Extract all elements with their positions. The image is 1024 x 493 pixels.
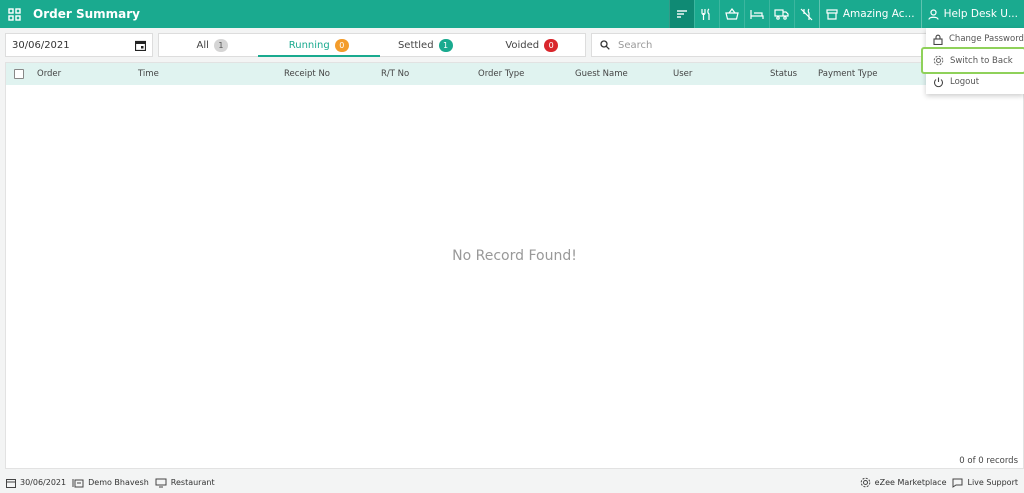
tab-settled[interactable]: Settled 1 [372, 34, 479, 56]
basket-icon[interactable] [718, 0, 744, 28]
logout-menu-item[interactable]: Logout [926, 74, 1024, 90]
tab-running[interactable]: Running 0 [257, 34, 380, 57]
apps-grid-icon[interactable] [0, 0, 28, 28]
store-icon [826, 8, 838, 20]
column-header[interactable]: Status [770, 69, 797, 79]
count-badge: 0 [334, 38, 349, 52]
user-menu-button[interactable]: Help Desk U... [920, 0, 1024, 28]
orders-table: Order Time Receipt No R/T No Order Type … [5, 62, 1024, 469]
gear-icon [933, 55, 944, 66]
search-box [591, 33, 931, 57]
count-badge: 1 [213, 38, 228, 52]
calendar-icon[interactable] [135, 40, 146, 51]
calendar-icon [6, 478, 16, 488]
top-bar: Order Summary Amazing Ac... Help Desk U.… [0, 0, 1024, 28]
user-dropdown-menu: Change Password Switch to Back Logout [921, 28, 1024, 94]
live-support-link[interactable]: Live Support [952, 478, 1018, 488]
count-badge: 1 [438, 38, 453, 52]
tab-label: Voided [505, 39, 540, 51]
restaurant-icon[interactable] [693, 0, 719, 28]
lock-icon [933, 34, 943, 45]
column-header[interactable]: Order Type [478, 69, 524, 79]
empty-message: No Record Found! [452, 248, 577, 264]
tab-label: Running [288, 39, 330, 51]
column-header[interactable]: User [673, 69, 692, 79]
date-value: 30/06/2021 [12, 39, 70, 51]
page-title: Order Summary [33, 7, 140, 21]
status-tabs: All 1 Running 0 Settled 1 Voided 0 [158, 33, 586, 57]
column-header[interactable]: Payment Type [818, 69, 877, 79]
user-list-icon [72, 478, 84, 487]
column-header[interactable]: Receipt No [284, 69, 330, 79]
column-header[interactable]: Order [37, 69, 61, 79]
table-header: Order Time Receipt No R/T No Order Type … [6, 63, 1023, 85]
no-utensils-icon[interactable] [793, 0, 819, 28]
search-input[interactable] [618, 39, 898, 51]
chat-icon [952, 478, 963, 488]
monitor-icon [155, 478, 167, 487]
column-header[interactable]: Time [138, 69, 159, 79]
column-header[interactable]: Guest Name [575, 69, 628, 79]
footer-outlet-type: Restaurant [155, 478, 215, 488]
user-label: Help Desk U... [943, 8, 1018, 20]
truck-icon[interactable] [768, 0, 794, 28]
user-icon [927, 8, 939, 20]
status-bar: 30/06/2021 Demo Bhavesh Restaurant eZee … [0, 472, 1024, 493]
record-count: 0 of 0 records [959, 456, 1018, 466]
footer-user: Demo Bhavesh [72, 478, 149, 488]
marketplace-link[interactable]: eZee Marketplace [860, 477, 946, 488]
tab-voided[interactable]: Voided 0 [479, 34, 586, 56]
tab-label: All [196, 39, 209, 51]
bed-icon[interactable] [743, 0, 769, 28]
select-all-checkbox[interactable] [14, 69, 24, 79]
change-password-menu-item[interactable]: Change Password [926, 31, 1024, 47]
date-picker[interactable]: 30/06/2021 [5, 33, 153, 57]
tab-all[interactable]: All 1 [159, 34, 266, 56]
gear-icon [860, 477, 870, 488]
footer-date: 30/06/2021 [6, 478, 66, 488]
column-header[interactable]: R/T No [381, 69, 409, 79]
outlet-label: Amazing Ac... [842, 8, 915, 20]
tab-label: Settled [397, 39, 434, 51]
search-icon [600, 40, 610, 50]
switch-to-back-menu-item[interactable]: Switch to Back [921, 47, 1024, 74]
outlet-button[interactable]: Amazing Ac... [818, 0, 921, 28]
power-icon [933, 77, 944, 87]
sort-icon[interactable] [668, 0, 694, 28]
count-badge: 0 [544, 38, 559, 52]
